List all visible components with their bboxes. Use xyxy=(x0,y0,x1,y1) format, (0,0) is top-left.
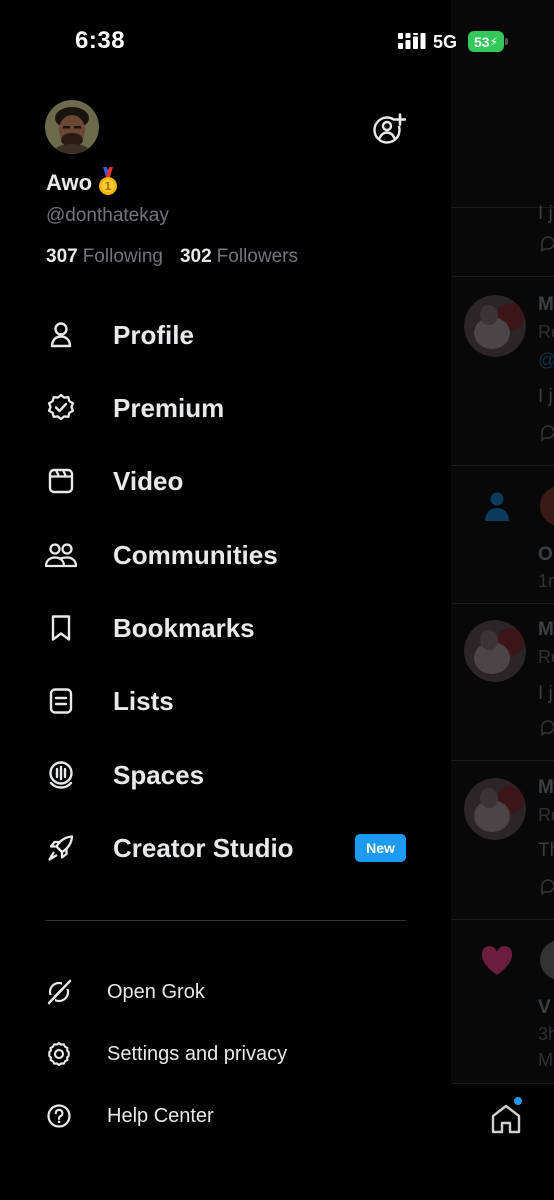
communities-icon xyxy=(44,538,78,572)
gold-medal-icon: 1 xyxy=(99,167,118,195)
timeline-avatar[interactable] xyxy=(464,295,526,357)
menu-item-help-center[interactable]: Help Center xyxy=(44,1094,424,1138)
timeline-divider xyxy=(451,603,554,604)
battery-indicator: 53 ⚡ xyxy=(468,31,508,52)
timeline-snippet: Th xyxy=(538,840,554,861)
battery-level: 53 ⚡ xyxy=(468,31,504,52)
timeline-author: M xyxy=(538,294,554,315)
charging-bolt-icon: ⚡ xyxy=(489,34,498,49)
menu-label: Bookmarks xyxy=(113,612,255,643)
menu-item-communities[interactable]: Communities xyxy=(44,527,424,583)
timeline-mention: @ xyxy=(538,350,554,371)
signal-icon xyxy=(398,33,426,49)
battery-percent: 53 xyxy=(473,33,490,50)
timeline-divider xyxy=(451,465,554,466)
display-name: Awo xyxy=(46,170,93,195)
home-notification-dot xyxy=(514,1097,522,1105)
reply-icon xyxy=(541,879,554,895)
reply-icon xyxy=(541,720,554,736)
timeline-reply-to: Re xyxy=(538,647,554,667)
followers-label: Followers xyxy=(216,246,298,267)
menu-item-lists[interactable]: Lists xyxy=(44,673,424,729)
status-time: 6:38 xyxy=(75,27,126,54)
new-badge: New xyxy=(355,834,406,862)
menu-item-video[interactable]: Video xyxy=(44,453,424,509)
help-icon xyxy=(44,1101,74,1131)
timeline-snippet: I ju xyxy=(538,386,554,407)
gear-icon xyxy=(44,1039,74,1069)
avatar[interactable] xyxy=(45,100,99,154)
timeline-time: 1n xyxy=(538,571,554,591)
menu-item-open-grok[interactable]: Open Grok xyxy=(44,970,424,1014)
reply-icon xyxy=(541,425,554,441)
bookmark-icon xyxy=(44,611,78,645)
add-account-icon[interactable] xyxy=(372,111,406,145)
timeline-author: M xyxy=(538,619,554,640)
sub-menu-label: Settings and privacy xyxy=(107,1042,288,1065)
timeline-snippet: I j xyxy=(538,203,553,224)
timeline-reply-to: Re xyxy=(538,805,554,825)
menu-item-settings-and-privacy[interactable]: Settings and privacy xyxy=(44,1032,424,1076)
menu-item-spaces[interactable]: Spaces xyxy=(44,747,424,803)
follow-stats: 307 Following 302 Followers xyxy=(46,246,298,268)
timeline-avatar-small xyxy=(540,486,554,526)
home-icon[interactable] xyxy=(489,1102,523,1136)
following-link[interactable]: 307 Following xyxy=(46,246,163,268)
menu-item-premium[interactable]: Premium xyxy=(44,380,424,436)
svg-text:1: 1 xyxy=(104,180,112,193)
followers-count: 302 xyxy=(179,246,212,267)
battery-tip xyxy=(505,38,508,45)
rocket-icon xyxy=(44,831,78,865)
timeline-avatar-small xyxy=(540,940,554,980)
timeline-avatar[interactable] xyxy=(464,620,526,682)
timeline-time: 3h xyxy=(538,1024,554,1044)
following-label: Following xyxy=(82,246,163,267)
timeline-author: V xyxy=(538,997,551,1018)
menu-divider xyxy=(45,920,406,921)
video-icon xyxy=(44,464,78,498)
timeline-snippet: I j xyxy=(538,683,553,704)
menu-item-profile[interactable]: Profile xyxy=(44,307,424,363)
menu-label: Lists xyxy=(113,685,174,716)
menu-label: Video xyxy=(113,465,184,496)
display-name-row[interactable]: Awo 1 xyxy=(46,167,119,197)
timeline-author: M xyxy=(538,777,554,798)
following-count: 307 xyxy=(46,246,78,267)
spaces-icon xyxy=(44,758,78,792)
reply-icon xyxy=(541,236,554,252)
verified-badge-icon xyxy=(44,391,78,425)
followers-link[interactable]: 302 Followers xyxy=(180,246,298,268)
timeline-author: O xyxy=(538,544,553,565)
menu-label: Spaces xyxy=(113,759,205,790)
sub-menu-label: Open Grok xyxy=(107,980,205,1003)
menu-item-creator-studio[interactable]: Creator Studio New xyxy=(44,820,424,876)
grok-icon xyxy=(44,977,74,1007)
bottom-tab-bar xyxy=(451,1083,554,1200)
follow-notification-icon xyxy=(485,492,509,521)
timeline-avatar[interactable] xyxy=(464,778,526,840)
menu-label: Creator Studio xyxy=(113,832,294,863)
sub-menu-label: Help Center xyxy=(107,1104,214,1127)
menu-label: Premium xyxy=(113,392,225,423)
user-handle: @donthatekay xyxy=(46,205,169,226)
heart-icon xyxy=(481,946,513,975)
menu-label: Profile xyxy=(113,319,194,350)
timeline-reply-to: Re xyxy=(538,322,554,342)
background-timeline[interactable]: I j M Re @ I ju O 1n M Re I j M Re Th V … xyxy=(451,0,554,1200)
list-icon xyxy=(44,684,78,718)
person-icon xyxy=(44,318,78,352)
menu-item-bookmarks[interactable]: Bookmarks xyxy=(44,600,424,656)
timeline-divider xyxy=(451,919,554,920)
side-drawer: Awo 1 @donthatekay 307 Following 302 Follo… xyxy=(0,0,451,1200)
menu-label: Communities xyxy=(113,539,278,570)
status-bar: 6:38 5G 53 ⚡ xyxy=(0,0,554,84)
network-type: 5G xyxy=(433,32,458,52)
timeline-divider xyxy=(451,760,554,761)
timeline-divider xyxy=(451,276,554,277)
timeline-snippet: M xyxy=(538,1050,553,1070)
